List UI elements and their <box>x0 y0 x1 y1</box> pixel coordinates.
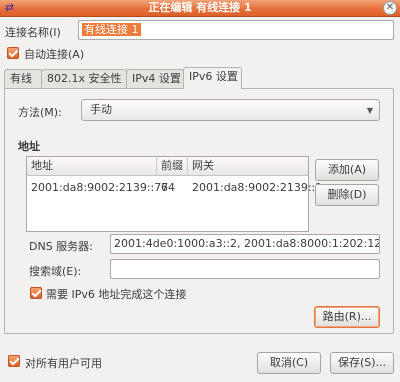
row-address: 2001:da8:9002:2139::77 <box>31 181 169 194</box>
method-label: 方法(M): <box>18 106 62 119</box>
search-domains-input[interactable] <box>110 259 380 279</box>
method-dropdown[interactable]: 手动 ▼ <box>81 99 380 121</box>
dns-servers-input[interactable]: 2001:4de0:1000:a3::2, 2001:da8:8000:1:20… <box>110 234 380 254</box>
add-address-button[interactable]: 添加(A) <box>315 159 379 181</box>
tab-8021x-security[interactable]: 802.1x 安全性 <box>41 69 127 88</box>
window-titlebar: ⇄ 正在编辑 有线连接 1 ✕ <box>0 0 400 17</box>
addresses-table[interactable]: 地址 前缀 网关 2001:da8:9002:2139::77 64 2001:… <box>26 156 322 232</box>
require-ipv6-checkbox[interactable] <box>30 287 42 299</box>
method-value: 手动 <box>90 103 112 116</box>
connection-name-input[interactable]: 有线连接 1 <box>78 20 394 40</box>
dns-servers-label: DNS 服务器: <box>29 240 93 253</box>
row-gateway: 2001:da8:9002:2139::1 <box>192 181 323 194</box>
auto-connect-label[interactable]: 自动连接(A) <box>24 46 84 62</box>
routes-button[interactable]: 路由(R)... <box>314 306 380 328</box>
tab-wired[interactable]: 有线 <box>4 69 42 88</box>
tab-ipv6-settings[interactable]: IPv6 设置 <box>183 67 242 89</box>
column-header-address[interactable]: 地址 <box>27 157 157 176</box>
cancel-button[interactable]: 取消(C) <box>257 352 321 374</box>
column-header-gateway[interactable]: 网关 <box>187 157 309 176</box>
window-title: 正在编辑 有线连接 1 <box>148 1 252 14</box>
connection-name-value: 有线连接 1 <box>82 23 141 36</box>
save-button[interactable]: 保存(S)... <box>330 352 394 374</box>
connection-name-label: 连接名称(I) <box>5 26 61 39</box>
network-wired-icon[interactable]: ⇄ <box>3 2 16 14</box>
all-users-label[interactable]: 对所有用户可用 <box>25 355 102 371</box>
tab-ipv4-settings[interactable]: IPv4 设置 <box>126 69 184 88</box>
close-icon[interactable]: ✕ <box>383 1 397 15</box>
chevron-down-icon: ▼ <box>366 106 373 115</box>
search-domains-label: 搜索域(E): <box>29 265 82 278</box>
delete-address-button[interactable]: 删除(D) <box>315 184 379 206</box>
addresses-table-header: 地址 前缀 网关 <box>27 157 308 176</box>
addresses-heading: 地址 <box>18 140 40 153</box>
all-users-checkbox[interactable] <box>8 355 20 367</box>
row-prefix: 64 <box>161 181 175 194</box>
require-ipv6-label[interactable]: 需要 IPv6 地址完成这个连接 <box>46 286 186 302</box>
column-header-prefix[interactable]: 前缀 <box>156 157 187 176</box>
auto-connect-checkbox[interactable] <box>7 47 19 59</box>
